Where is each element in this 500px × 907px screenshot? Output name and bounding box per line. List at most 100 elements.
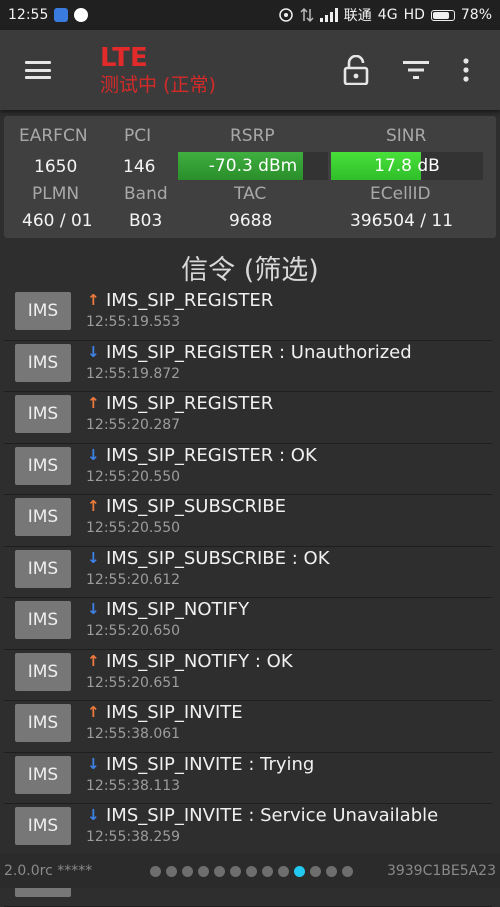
- battery-percent: 78%: [461, 7, 492, 23]
- uplink-arrow-icon: ↑: [87, 497, 100, 515]
- protocol-badge: IMS: [15, 447, 71, 485]
- rsrp-value: -70.3 dBm: [178, 152, 328, 180]
- page-indicator[interactable]: [150, 866, 353, 877]
- downlink-arrow-icon: ↓: [87, 755, 100, 773]
- signaling-row[interactable]: IMS↓IMS_SIP_SUBSCRIBE : OK12:55:20.612: [4, 547, 492, 599]
- menu-button[interactable]: [0, 30, 76, 110]
- downlink-arrow-icon: ↓: [87, 600, 100, 618]
- qq-notification-icon: [74, 8, 88, 22]
- protocol-badge: IMS: [15, 601, 71, 639]
- plmn-label: PLMN: [32, 184, 79, 204]
- signaling-timestamp: 12:55:38.061: [86, 726, 180, 742]
- earfcn-label: EARFCN: [19, 126, 88, 146]
- band-value: B03: [129, 211, 162, 231]
- sinr-value: 17.8 dB: [331, 152, 483, 180]
- tac-label: TAC: [234, 184, 266, 204]
- downlink-arrow-icon: ↓: [87, 446, 100, 464]
- downlink-arrow-icon: ↓: [87, 549, 100, 567]
- protocol-badge: IMS: [15, 756, 71, 794]
- battery-icon: [431, 10, 455, 21]
- signaling-row[interactable]: IMS ↑ IMS_SIP_SUBSCRIBE 12:55:20.550: [4, 495, 492, 547]
- pci-value: 146: [123, 157, 155, 177]
- device-id: 3939C1BE5A23: [387, 863, 496, 879]
- signaling-timestamp: 12:55:19.872: [86, 366, 180, 382]
- version-label: 2.0.0rc *****: [4, 863, 92, 879]
- app-notification-icon: [54, 8, 68, 22]
- page-dot[interactable]: [198, 866, 209, 877]
- signaling-row[interactable]: IMS ↑ IMS_SIP_NOTIFY : OK 12:55:20.651: [4, 650, 492, 702]
- signaling-message: IMS_SIP_INVITE: [106, 702, 243, 723]
- protocol-badge: IMS: [15, 498, 71, 536]
- carrier-label: 联通: [344, 5, 372, 25]
- unlock-icon: [343, 55, 369, 85]
- page-dot[interactable]: [246, 866, 257, 877]
- rsrp-label: RSRP: [230, 126, 275, 146]
- network-type: 4G: [378, 7, 398, 23]
- signal-icon: [320, 8, 338, 22]
- data-transfer-icon: [300, 7, 314, 23]
- sinr-bar: 17.8 dB: [331, 152, 483, 180]
- test-status: 测试中 (正常): [100, 73, 216, 97]
- page-dot[interactable]: [230, 866, 241, 877]
- signaling-message: IMS_SIP_REGISTER : Unauthorized: [106, 342, 412, 363]
- signaling-timestamp: 12:55:38.259: [86, 829, 180, 845]
- signaling-message: IMS_SIP_REGISTER: [106, 290, 273, 311]
- page-dot[interactable]: [166, 866, 177, 877]
- protocol-badge: IMS: [15, 344, 71, 382]
- page-dot[interactable]: [326, 866, 337, 877]
- earfcn-value: 1650: [34, 157, 77, 177]
- signaling-row[interactable]: IMS↑IMS_SIP_REGISTER12:55:19.553: [4, 289, 492, 341]
- footer: 2.0.0rc ***** 3939C1BE5A23: [0, 854, 500, 888]
- signaling-message: IMS_SIP_SUBSCRIBE: [106, 496, 286, 517]
- rsrp-bar: -70.3 dBm: [178, 152, 328, 180]
- protocol-badge: IMS: [15, 704, 71, 742]
- ecellid-label: ECellID: [370, 184, 431, 204]
- page-title: LTE: [100, 43, 216, 73]
- more-vertical-icon: [463, 58, 469, 82]
- signaling-message: IMS_SIP_SUBSCRIBE : OK: [106, 548, 330, 569]
- downlink-arrow-icon: ↓: [87, 343, 100, 361]
- signaling-message: IMS_SIP_INVITE : Service Unavailable: [106, 805, 438, 826]
- hotspot-icon: [278, 7, 294, 23]
- page-dot[interactable]: [310, 866, 321, 877]
- signaling-row[interactable]: IMS↓IMS_SIP_NOTIFY12:55:20.650: [4, 598, 492, 650]
- uplink-arrow-icon: ↑: [87, 652, 100, 670]
- signaling-message: IMS_SIP_REGISTER: [106, 393, 273, 414]
- more-options-button[interactable]: [446, 40, 486, 100]
- signaling-row[interactable]: IMS↑IMS_SIP_REGISTER12:55:20.287: [4, 392, 492, 444]
- signaling-row[interactable]: IMS ↓ IMS_SIP_INVITE : Service Unavailable…: [4, 804, 492, 856]
- signaling-row[interactable]: IMS ↓ IMS_SIP_REGISTER : Unauthorized 12:55…: [4, 341, 492, 393]
- uplink-arrow-icon: ↑: [87, 291, 100, 309]
- lock-button[interactable]: [326, 40, 386, 100]
- protocol-badge: IMS: [15, 807, 71, 845]
- band-label: Band: [124, 184, 168, 204]
- page-dot[interactable]: [262, 866, 273, 877]
- signaling-message: IMS_SIP_NOTIFY : OK: [106, 651, 293, 672]
- hd-label: HD: [404, 7, 425, 23]
- page-dot[interactable]: [278, 866, 289, 877]
- page-dot[interactable]: [294, 866, 305, 877]
- pci-label: PCI: [124, 126, 151, 146]
- status-bar: 12:55 联通 4G HD 78%: [0, 0, 500, 30]
- protocol-badge: IMS: [15, 292, 71, 330]
- uplink-arrow-icon: ↑: [87, 703, 100, 721]
- protocol-badge: IMS: [15, 653, 71, 691]
- filter-button[interactable]: [386, 40, 446, 100]
- protocol-badge: IMS: [15, 395, 71, 433]
- downlink-arrow-icon: ↓: [87, 806, 100, 824]
- signaling-row[interactable]: IMS↓IMS_SIP_INVITE : Trying12:55:38.113: [4, 753, 492, 805]
- signaling-message: IMS_SIP_INVITE : Trying: [106, 754, 314, 775]
- page-dot[interactable]: [342, 866, 353, 877]
- page-dot[interactable]: [150, 866, 161, 877]
- signaling-row[interactable]: IMS ↑ IMS_SIP_INVITE 12:55:38.061: [4, 701, 492, 753]
- signaling-timestamp: 12:55:20.651: [86, 675, 180, 691]
- signaling-row[interactable]: IMS↓IMS_SIP_REGISTER : OK12:55:20.550: [4, 444, 492, 496]
- page-dot[interactable]: [182, 866, 193, 877]
- filter-icon: [403, 60, 429, 80]
- signaling-timestamp: 12:55:20.550: [86, 520, 180, 536]
- plmn-value: 460 / 01: [22, 211, 93, 231]
- page-dot[interactable]: [214, 866, 225, 877]
- signaling-list: IMS↑IMS_SIP_REGISTER12:55:19.553IMS↓IMS_…: [4, 289, 492, 907]
- signaling-section-title: 信令 (筛选): [0, 248, 500, 286]
- hamburger-icon: [25, 61, 51, 79]
